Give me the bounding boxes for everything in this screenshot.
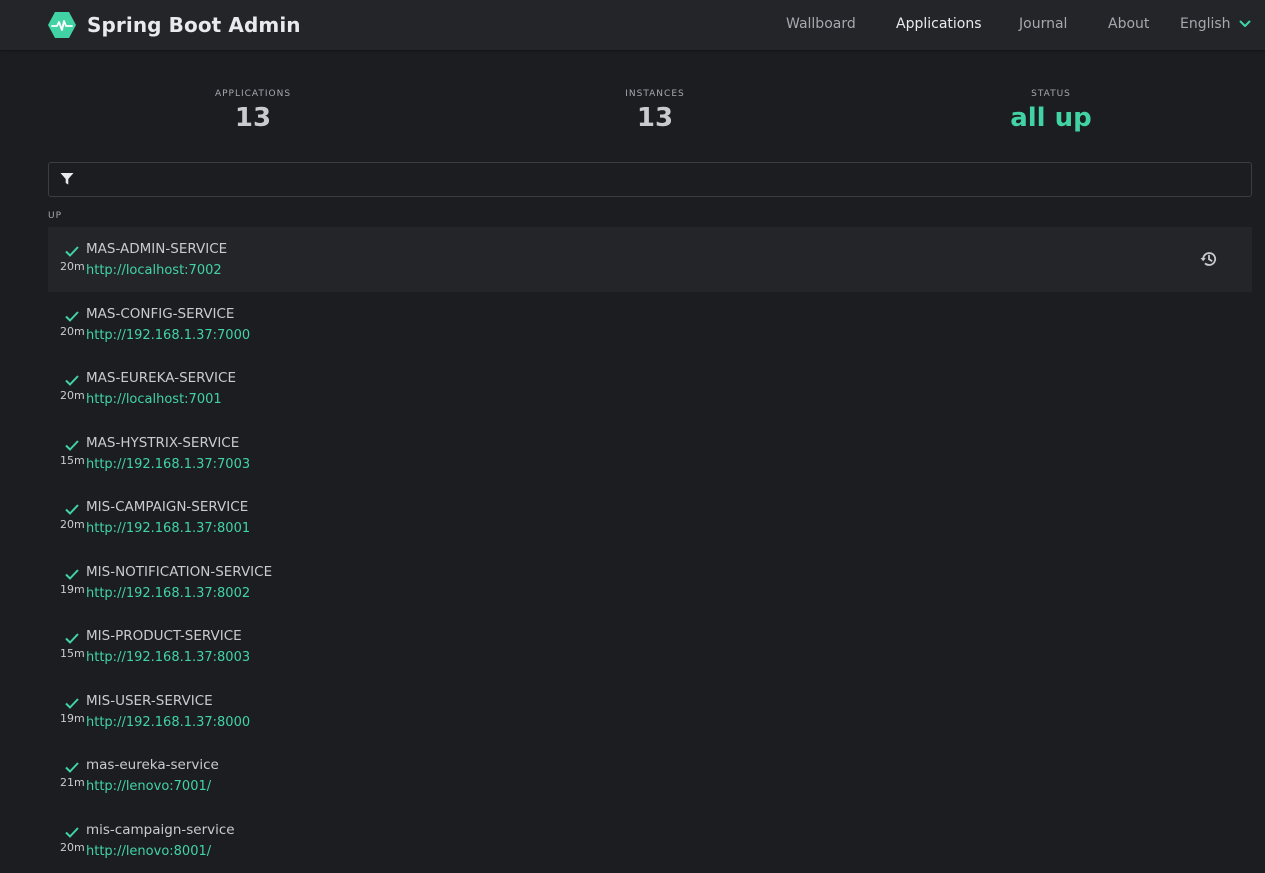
navbar: Spring Boot Admin Wallboard Applications… [0, 0, 1265, 50]
group-label-up: UP [48, 211, 63, 221]
application-name: MAS-CONFIG-SERVICE [86, 305, 235, 322]
application-name: MAS-EUREKA-SERVICE [86, 370, 236, 386]
check-icon [65, 375, 79, 386]
application-name: MIS-NOTIFICATION-SERVICE [86, 563, 273, 580]
application-url[interactable]: http://192.168.1.37:7003 [86, 457, 250, 472]
stat-status: STATUS all up [951, 89, 1151, 133]
application-url[interactable]: http://192.168.1.37:7000 [86, 328, 250, 343]
brand-name: Spring Boot Admin [87, 13, 301, 37]
filter-box [48, 162, 1252, 197]
stat-instances-value: 13 [636, 103, 674, 133]
application-row[interactable]: 15m MAS-HYSTRIX-SERVICE http://192.168.1… [48, 421, 1252, 486]
application-url[interactable]: http://localhost:7001 [86, 392, 222, 407]
stat-instances: INSTANCES 13 [555, 89, 755, 133]
stat-applications: APPLICATIONS 13 [153, 89, 353, 133]
uptime: 21m [60, 776, 85, 789]
check-icon [65, 568, 79, 580]
uptime: 19m [60, 711, 85, 725]
application-name: mas-eureka-service [86, 757, 219, 773]
uptime: 20m [60, 518, 85, 531]
nav-journal[interactable]: Journal [1019, 16, 1067, 32]
uptime: 20m [60, 324, 85, 338]
application-name: MAS-ADMIN-SERVICE [86, 241, 228, 257]
uptime: 19m [60, 582, 85, 596]
application-url[interactable]: http://lenovo:7001/ [86, 779, 211, 794]
application-name: MAS-HYSTRIX-SERVICE [86, 434, 240, 451]
application-row[interactable]: 20m mis-campaign-service http://lenovo:8… [48, 808, 1252, 873]
check-icon [65, 762, 79, 773]
check-icon [65, 504, 79, 515]
check-icon [65, 310, 79, 322]
application-list: 20m MAS-ADMIN-SERVICE http://localhost:7… [48, 227, 1252, 872]
chevron-down-icon [1239, 20, 1251, 27]
application-url[interactable]: http://192.168.1.37:8003 [86, 650, 250, 665]
uptime: 20m [60, 389, 85, 402]
uptime: 15m [60, 453, 85, 467]
heartbeat-icon [48, 12, 76, 38]
uptime: 20m [60, 260, 85, 273]
application-row[interactable]: 20m MAS-ADMIN-SERVICE http://localhost:7… [48, 227, 1252, 292]
filter-icon [60, 173, 74, 185]
history-icon[interactable] [1200, 250, 1218, 268]
stat-status-value: all up [1010, 103, 1092, 133]
nav-wallboard[interactable]: Wallboard [786, 16, 856, 32]
application-name: MIS-CAMPAIGN-SERVICE [86, 499, 249, 515]
application-url[interactable]: http://192.168.1.37:8002 [86, 586, 250, 601]
application-row[interactable]: 20m MAS-EUREKA-SERVICE http://localhost:… [48, 356, 1252, 421]
language-selector[interactable]: English [1180, 16, 1251, 32]
nav-applications[interactable]: Applications [896, 16, 982, 32]
application-url[interactable]: http://lenovo:8001/ [86, 844, 211, 859]
language-label: English [1180, 16, 1231, 32]
check-icon [65, 633, 79, 644]
application-row[interactable]: 19m MIS-NOTIFICATION-SERVICE http://192.… [48, 550, 1252, 615]
application-row[interactable]: 20m MAS-CONFIG-SERVICE http://192.168.1.… [48, 292, 1252, 357]
uptime: 15m [60, 647, 85, 660]
brand[interactable]: Spring Boot Admin [48, 11, 301, 39]
uptime: 20m [60, 840, 85, 854]
filter-input[interactable] [85, 163, 1240, 196]
application-row[interactable]: 19m MIS-USER-SERVICE http://192.168.1.37… [48, 679, 1252, 744]
application-url[interactable]: http://192.168.1.37:8000 [86, 715, 250, 730]
check-icon [65, 439, 79, 451]
application-name: MIS-USER-SERVICE [86, 692, 213, 709]
check-icon [65, 246, 79, 257]
stat-instances-label: INSTANCES [625, 89, 685, 99]
application-row[interactable]: 20m MIS-CAMPAIGN-SERVICE http://192.168.… [48, 485, 1252, 550]
application-row[interactable]: 15m MIS-PRODUCT-SERVICE http://192.168.1… [48, 614, 1252, 679]
stat-applications-value: 13 [234, 103, 272, 133]
check-icon [65, 826, 79, 838]
application-name: MIS-PRODUCT-SERVICE [86, 628, 242, 644]
application-row[interactable]: 21m mas-eureka-service http://lenovo:700… [48, 743, 1252, 808]
application-url[interactable]: http://192.168.1.37:8001 [86, 521, 250, 536]
application-name: mis-campaign-service [86, 821, 235, 838]
check-icon [65, 697, 79, 709]
stat-applications-label: APPLICATIONS [214, 89, 292, 99]
stat-status-label: STATUS [1031, 89, 1071, 99]
application-url[interactable]: http://localhost:7002 [86, 263, 222, 278]
nav-about[interactable]: About [1108, 16, 1149, 32]
